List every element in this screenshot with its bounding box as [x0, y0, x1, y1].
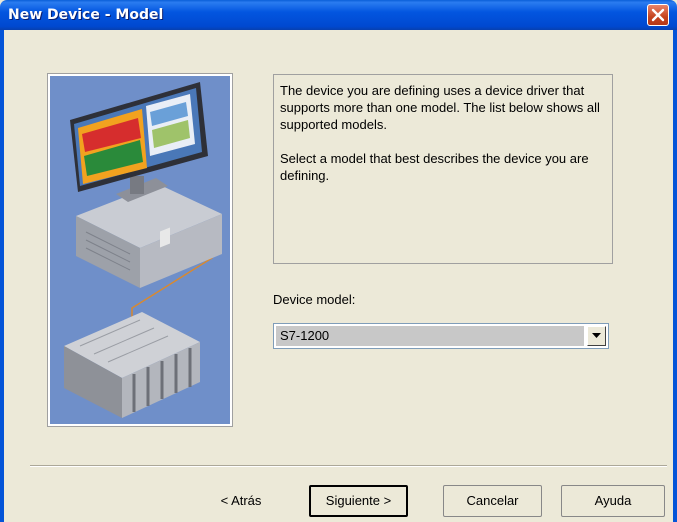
title-bar[interactable]: New Device - Model — [0, 0, 677, 30]
cancel-button[interactable]: Cancelar — [443, 485, 542, 517]
wizard-illustration — [47, 73, 233, 427]
back-button[interactable]: < Atrás — [198, 485, 284, 517]
help-button[interactable]: Ayuda — [561, 485, 665, 517]
window-border-left — [0, 30, 4, 522]
dropdown-button[interactable] — [587, 326, 606, 346]
chevron-down-icon — [592, 333, 601, 338]
device-model-label: Device model: — [273, 292, 356, 307]
window-title: New Device - Model — [8, 7, 164, 23]
window-border-right — [673, 30, 677, 522]
close-icon — [651, 8, 665, 22]
device-model-value[interactable]: S7-1200 — [276, 326, 584, 346]
computer-plc-illustration — [50, 76, 230, 424]
description-text: The device you are defining uses a devic… — [280, 83, 600, 132]
instruction-text: Select a model that best describes the d… — [280, 151, 589, 183]
description-box: The device you are defining uses a devic… — [273, 74, 613, 264]
footer-separator — [30, 465, 667, 467]
close-button[interactable] — [647, 4, 669, 26]
device-model-select[interactable]: S7-1200 — [273, 323, 609, 349]
next-button[interactable]: Siguiente > — [309, 485, 408, 517]
